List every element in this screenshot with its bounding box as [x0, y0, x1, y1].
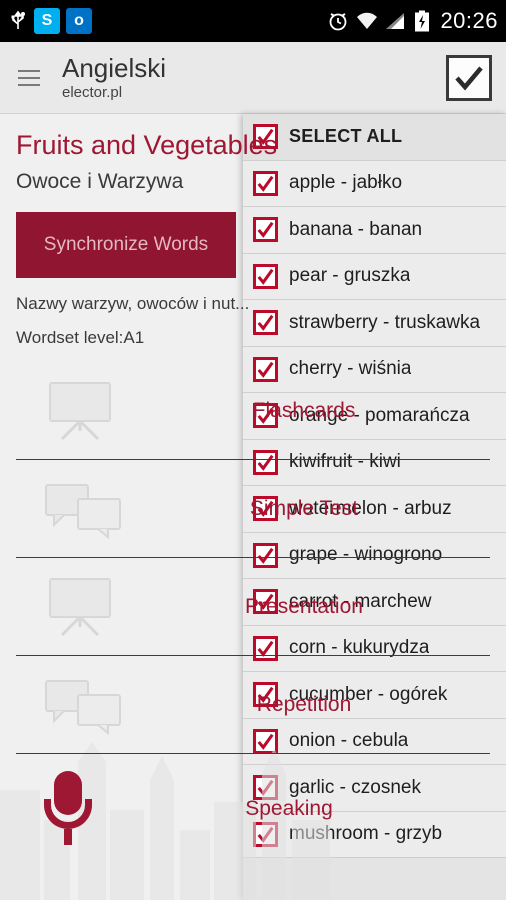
skype-icon: S — [34, 8, 60, 34]
wordset-title: Fruits and Vegetables — [16, 130, 278, 160]
microphone-icon — [40, 769, 96, 849]
menu-item-speaking[interactable]: Speaking — [16, 754, 490, 864]
menu-item-label: Repetition — [256, 692, 352, 716]
menu-item-flashcards[interactable]: Flashcards — [16, 362, 490, 460]
main-content: Fruits and Vegetables Owoce i Warzywa Sy… — [0, 114, 506, 900]
select-all-toggle-button[interactable] — [446, 54, 492, 101]
page-title: Angielski — [62, 53, 167, 83]
menu-item-repetition[interactable]: Repetition — [16, 656, 490, 754]
activity-menu-list: Flashcards Simple Test Presentation Repe… — [16, 362, 490, 864]
signal-icon — [385, 11, 407, 31]
usb-icon — [8, 10, 28, 32]
speech-bubbles-icon — [45, 679, 121, 735]
page-subtitle: elector.pl — [62, 84, 123, 101]
speech-bubbles-icon — [45, 483, 121, 539]
menu-item-label: Speaking — [245, 797, 333, 820]
clock-text: 20:26 — [440, 8, 498, 33]
wifi-icon — [356, 11, 378, 31]
hamburger-menu-icon[interactable] — [0, 42, 58, 114]
status-bar-left-icons: S o — [8, 8, 92, 34]
presentation-board-icon — [49, 381, 111, 440]
outlook-icon: o — [66, 8, 92, 34]
status-bar-right-icons: 20:26 — [327, 8, 498, 34]
presentation-board-icon — [49, 577, 111, 636]
synchronize-words-button[interactable]: Synchronize Words — [16, 212, 236, 278]
action-bar-titles: Angielski elector.pl — [58, 53, 166, 102]
menu-item-presentation[interactable]: Presentation — [16, 558, 490, 656]
app-root: S o 20:26 Angielski elector.pl Fruits an… — [0, 0, 506, 900]
menu-item-label: Simple Test — [249, 496, 359, 520]
battery-charging-icon — [414, 10, 430, 32]
status-bar: S o 20:26 — [0, 0, 506, 42]
content-inner: Fruits and Vegetables Owoce i Warzywa Sy… — [0, 114, 506, 864]
menu-item-label: Presentation — [245, 594, 363, 618]
wordset-description: Nazwy warzyw, owoców i nut... — [16, 294, 250, 313]
alarm-icon — [327, 10, 349, 32]
menu-item-simple-test[interactable]: Simple Test — [16, 460, 490, 558]
wordset-subtitle: Owoce i Warzywa — [16, 170, 184, 193]
menu-item-label: Flashcards — [252, 398, 356, 422]
wordset-level: Wordset level:A1 — [16, 328, 145, 347]
checkbox-checked-icon — [455, 66, 483, 90]
action-bar: Angielski elector.pl — [0, 42, 506, 114]
